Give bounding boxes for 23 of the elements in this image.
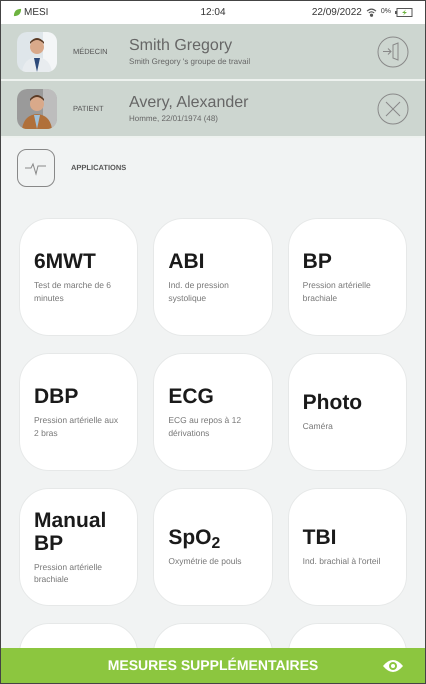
person-detail: Smith Gregory 's groupe de travail [129,56,252,68]
app-tile[interactable]: DBP Pression artérielle aux 2 bras [19,353,138,471]
eye-icon [383,658,403,672]
app-tile[interactable]: Manual BP Pression artérielle brachiale [19,488,138,606]
app-tile[interactable]: ABI Ind. de pression systolique [153,218,273,336]
close-icon[interactable] [377,92,409,124]
heartbeat-icon[interactable] [17,149,55,187]
wifi-icon [366,8,377,17]
app-tile[interactable]: TBI Ind. brachial à l'orteil [288,488,407,606]
clock: 12:04 [199,6,227,20]
leaf-logo-icon [13,8,22,17]
app-tile[interactable]: Photo Caméra [288,353,407,471]
brand-name: MESI [24,6,48,20]
person-detail: Homme, 22/01/1974 (48) [129,112,219,124]
battery-charging-icon [395,8,413,17]
date: 22/09/2022 [312,6,362,20]
app-tile[interactable]: SpO$_{2}$ Oxymétrie de pouls [153,488,273,606]
person-name: Smith Gregory [129,36,234,56]
logout-door-icon[interactable] [377,36,409,68]
person-name: Avery, Alexander [129,92,250,112]
app-tile[interactable]: ECG ECG au repos à 12 dérivations [153,353,273,471]
app-tile[interactable]: 6MWT Test de marche de 6 minutes [19,218,138,336]
app-tile[interactable]: BP Pression artérielle brachiale [288,218,407,336]
